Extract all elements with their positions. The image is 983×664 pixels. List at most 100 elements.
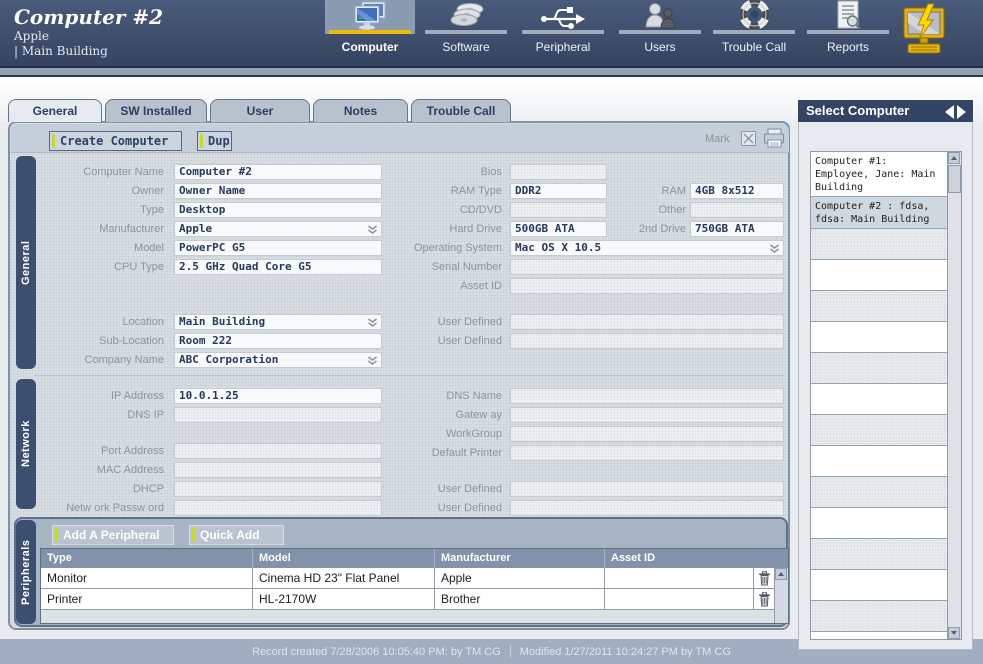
empty-list-row [811,415,949,446]
record-title-block: Computer #2 Apple | Main Building [14,5,163,59]
location-dropdown[interactable]: Main Building [174,314,382,330]
computer-list-item-selected[interactable]: Computer #2 : fdsa, fdsa: Main Building [811,197,949,229]
nav-users[interactable]: Users [615,0,705,62]
create-computer-button[interactable]: Create Computer [49,131,182,151]
quick-add-button[interactable]: Quick Add [189,525,284,545]
operating-system-dropdown[interactable]: Mac OS X 10.5 [510,240,784,256]
tab-trouble-call[interactable]: Trouble Call [411,99,511,122]
tab-general[interactable]: General [8,99,102,122]
peripheral-row[interactable]: Printer HL-2170W Brother [41,589,788,610]
report-document-icon [834,0,862,30]
tab-sw-installed[interactable]: SW Installed [105,99,207,122]
nav-trouble-call-label: Trouble Call [709,40,799,54]
network-password-label: Netw ork Passw ord [30,500,164,516]
ram-label: RAM [602,183,686,199]
operating-system-label: Operating System [390,240,502,256]
column-header-type[interactable]: Type [41,549,253,568]
model-label: Model [30,240,164,256]
computer-name-label: Computer Name [30,164,164,180]
cpu-type-field[interactable]: 2.5 GHz Quad Core G5 [174,259,382,275]
gold-monitor-lightning-icon [899,3,949,57]
ram-field[interactable]: 4GB 8x512 [690,183,784,199]
computer-list-item[interactable]: Computer #1: Employee, Jane: Main Buildi… [811,152,949,197]
network-password-field[interactable] [174,500,382,516]
asset-id-label: Asset ID [390,278,502,294]
dhcp-label: DHCP [30,481,164,497]
mac-address-field[interactable] [174,462,382,478]
scroll-up-button[interactable] [948,152,960,164]
nav-underline [807,30,889,34]
computer-list-scrollbar[interactable] [947,152,961,639]
computer-list: Computer #1: Employee, Jane: Main Buildi… [810,151,962,640]
ram-type-label: RAM Type [390,183,502,199]
page-title: Computer #2 [14,5,163,29]
scroll-down-button[interactable] [948,627,960,639]
tab-user[interactable]: User [210,99,310,122]
delete-peripheral-button[interactable] [754,568,775,588]
port-address-field[interactable] [174,443,382,459]
second-drive-field[interactable]: 750GB ATA [690,221,784,237]
nav-underline [713,30,795,34]
tab-notes[interactable]: Notes [313,99,408,122]
ip-address-field[interactable]: 10.0.1.25 [174,388,382,404]
bios-field[interactable] [510,164,607,180]
nav-peripheral[interactable]: Peripheral [518,0,608,62]
print-button[interactable] [762,128,786,154]
type-field[interactable]: Desktop [174,202,382,218]
dhcp-field[interactable] [174,481,382,497]
net-user-defined-1-field[interactable] [510,481,784,497]
model-field[interactable]: PowerPC G5 [174,240,382,256]
nav-software[interactable]: Software [421,0,511,62]
select-computer-title: Select Computer [806,103,909,118]
company-name-dropdown[interactable]: ABC Corporation [174,352,382,368]
user-defined-2-field[interactable] [510,333,784,349]
add-peripheral-button[interactable]: Add A Peripheral [52,525,174,545]
workgroup-label: WorkGroup [390,426,502,442]
delete-peripheral-button[interactable] [754,589,775,609]
record-nav-arrows[interactable] [944,104,968,126]
cd-dvd-field[interactable] [510,202,607,218]
nav-computer[interactable]: Computer [325,0,415,62]
peripherals-scrollbar[interactable] [774,568,788,623]
dns-ip-field[interactable] [174,407,382,423]
users-icon [643,2,677,30]
chevron-down-icon [367,225,378,235]
nav-flash-computer[interactable] [899,3,949,62]
empty-list-row [811,539,949,570]
dup-label: Dup [208,134,230,148]
asset-id-field[interactable] [510,278,784,294]
user-defined-1-field[interactable] [510,314,784,330]
hard-drive-field[interactable]: 500GB ATA [510,221,607,237]
computer-name-field[interactable]: Computer #2 [174,164,382,180]
record-subtitle-location: | Main Building [14,44,163,59]
mark-checkbox[interactable] [741,131,756,146]
net-user-defined-2-field[interactable] [510,500,784,516]
gateway-field[interactable] [510,407,784,423]
scrollbar-thumb[interactable] [948,165,961,193]
ram-type-field[interactable]: DDR2 [510,183,607,199]
owner-field[interactable]: Owner Name [174,183,382,199]
other-field[interactable] [690,202,784,218]
empty-list-row [811,291,949,322]
column-header-manufacturer[interactable]: Manufacturer [435,549,605,568]
serial-number-field[interactable] [510,259,784,275]
workgroup-field[interactable] [510,426,784,442]
manufacturer-dropdown[interactable]: Apple [174,221,382,237]
column-header-model[interactable]: Model [253,549,435,568]
empty-list-row [811,229,949,260]
life-ring-icon [739,0,770,30]
column-header-asset-id[interactable]: Asset ID [605,549,754,568]
default-printer-field[interactable] [510,445,784,461]
empty-list-row [811,353,949,384]
empty-list-row [811,632,949,640]
sub-location-field[interactable]: Room 222 [174,333,382,349]
dns-name-field[interactable] [510,388,784,404]
scroll-up-button[interactable] [775,568,787,580]
dup-button[interactable]: Dup [197,131,232,151]
nav-software-label: Software [421,40,511,54]
user-defined-1-label: User Defined [390,314,502,330]
nav-reports[interactable]: Reports [803,0,893,62]
nav-trouble-call[interactable]: Trouble Call [709,0,799,62]
software-discs-icon [446,1,486,30]
peripheral-row[interactable]: Monitor Cinema HD 23" Flat Panel Apple [41,568,788,589]
